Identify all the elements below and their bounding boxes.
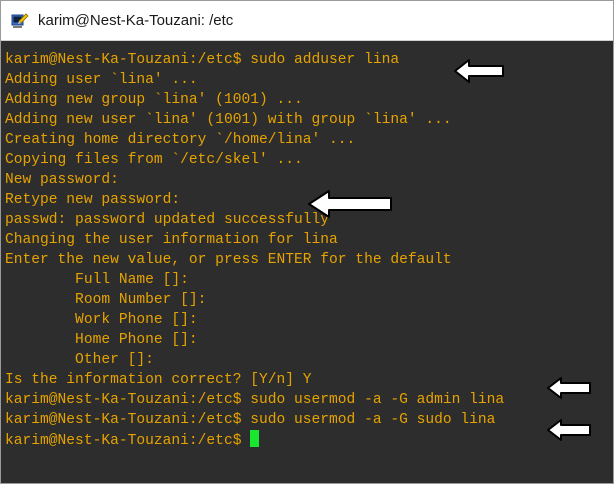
terminal-line: Is the information correct? [Y/n] Y bbox=[5, 372, 312, 388]
terminal-line: karim@Nest-Ka-Touzani:/etc$ sudo adduser… bbox=[5, 52, 400, 68]
terminal-line: Creating home directory `/home/lina' ... bbox=[5, 132, 356, 148]
left-arrow-icon bbox=[547, 419, 591, 441]
window-title: karim@Nest-Ka-Touzani: /etc bbox=[38, 12, 234, 29]
terminal-line: Work Phone []: bbox=[5, 312, 198, 328]
terminal-line: karim@Nest-Ka-Touzani:/etc$ sudo usermod… bbox=[5, 392, 505, 408]
left-arrow-icon bbox=[547, 377, 591, 399]
terminal-line: Adding new group `lina' (1001) ... bbox=[5, 92, 303, 108]
terminal-line: Full Name []: bbox=[5, 272, 189, 288]
left-arrow-icon bbox=[308, 190, 392, 218]
prompt-line[interactable]: karim@Nest-Ka-Touzani:/etc$ bbox=[5, 430, 504, 450]
terminal-line: Copying files from `/etc/skel' ... bbox=[5, 152, 303, 168]
terminal-app-icon bbox=[11, 12, 29, 28]
title-bar[interactable]: karim@Nest-Ka-Touzani: /etc bbox=[1, 1, 613, 41]
terminal-line: Other []: bbox=[5, 352, 154, 368]
left-arrow-icon bbox=[454, 59, 504, 83]
terminal-line: passwd: password updated successfully bbox=[5, 212, 330, 228]
terminal-line: Adding new user `lina' (1001) with group… bbox=[5, 112, 452, 128]
terminal-line: Enter the new value, or press ENTER for … bbox=[5, 252, 452, 268]
terminal-line: New password: bbox=[5, 172, 119, 188]
terminal-line: Retype new password: bbox=[5, 192, 181, 208]
terminal-area[interactable]: karim@Nest-Ka-Touzani:/etc$ sudo adduser… bbox=[1, 41, 613, 483]
terminal-output: karim@Nest-Ka-Touzani:/etc$ sudo adduser… bbox=[5, 50, 504, 450]
terminal-line: Adding user `lina' ... bbox=[5, 72, 198, 88]
terminal-line: Home Phone []: bbox=[5, 332, 198, 348]
terminal-line: Changing the user information for lina bbox=[5, 232, 338, 248]
text-cursor bbox=[250, 430, 260, 447]
terminal-line: Room Number []: bbox=[5, 292, 207, 308]
shell-prompt: karim@Nest-Ka-Touzani:/etc$ bbox=[5, 433, 251, 449]
terminal-window: karim@Nest-Ka-Touzani: /etc karim@Nest-K… bbox=[0, 0, 614, 484]
terminal-line: karim@Nest-Ka-Touzani:/etc$ sudo usermod… bbox=[5, 412, 496, 428]
